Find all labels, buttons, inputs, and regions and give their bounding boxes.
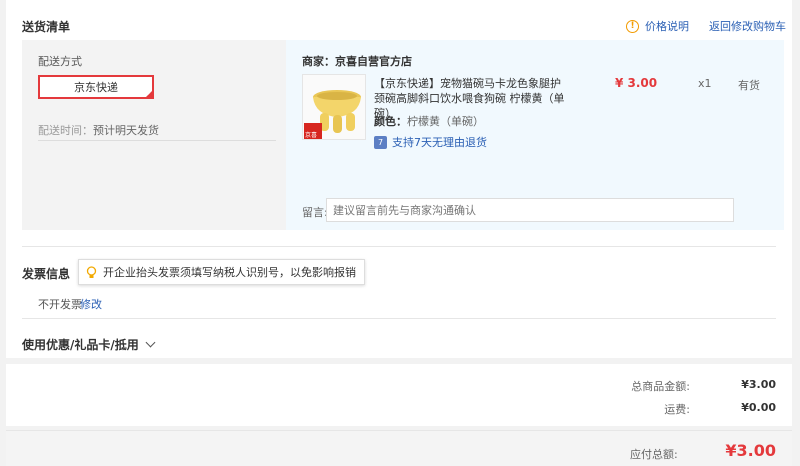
lightbulb-icon (86, 266, 97, 278)
payable-value: ¥3.00 (725, 441, 776, 460)
back-to-cart-link[interactable]: 返回修改购物车 (709, 18, 786, 34)
goods-total-value: ¥3.00 (741, 378, 776, 391)
shipping-option-label: 京东快递 (74, 81, 118, 94)
shipping-method-label: 配送方式 (38, 55, 82, 68)
goods-total-row: 总商品金额: ¥3.00 (590, 378, 776, 394)
order-summary: 总商品金额: ¥3.00 运费: ¥0.00 (6, 364, 792, 426)
freight-row: 运费: ¥0.00 (590, 401, 776, 417)
seller-name: 商家：京喜自营官方店 (302, 55, 412, 68)
product-color-label: 颜色： (374, 115, 407, 128)
freight-value: ¥0.00 (741, 401, 776, 414)
selected-check-icon (145, 90, 153, 98)
return-policy-link[interactable]: 7 支持7天无理由退货 (374, 134, 487, 150)
section-title: 送货清单 (22, 20, 71, 34)
shipping-option-jd-express[interactable]: 京东快递 (38, 75, 154, 99)
delivery-panel: 送货清单 ! 价格说明 返回修改购物车 配送方式 京东快递 配送时间：预计明天发… (6, 0, 792, 358)
product-column: 商家：京喜自营官方店 京喜 【京东快递】宠物猫碗马卡龙色象腿护颈碗高脚斜口饮水喂… (286, 40, 784, 230)
product-price: ¥ 3.00 (615, 76, 658, 90)
shipping-box: 配送方式 京东快递 配送时间：预计明天发货 商家：京喜自营官方店 (22, 40, 784, 230)
warning-icon: ! (626, 19, 639, 33)
shipping-time-label: 配送时间： (38, 124, 93, 137)
chevron-down-icon (145, 337, 156, 348)
payable-total-bar: 应付总额: ¥3.00 (6, 430, 792, 466)
product-color: 颜色：柠檬黄（单碗） (374, 113, 484, 129)
jingxi-badge: 京喜 (305, 132, 318, 139)
shipping-time: 配送时间：预计明天发货 (38, 122, 159, 138)
message-label: 留言: (302, 206, 328, 219)
invoice-tooltip: 开企业抬头发票须填写纳税人识别号，以免影响报销 (78, 259, 365, 285)
invoice-value: 不开发票 (38, 298, 82, 311)
product-image[interactable]: 京喜 (302, 74, 366, 140)
invoice-title: 发票信息 (22, 267, 71, 281)
payable-label: 应付总额: (630, 448, 678, 461)
product-quantity: x1 (698, 77, 712, 90)
coupon-toggle[interactable]: 使用优惠/礼品卡/抵用 (22, 336, 156, 353)
product-color-value: 柠檬黄（单碗） (407, 115, 484, 128)
invoice-edit-link[interactable]: 修改 (80, 296, 102, 312)
seven-day-return-icon: 7 (374, 135, 387, 149)
shipping-time-value: 预计明天发货 (93, 124, 159, 137)
freight-label: 运费: (664, 403, 690, 416)
product-stock-status: 有货 (738, 79, 760, 92)
invoice-tip-text: 开企业抬头发票须填写纳税人识别号，以免影响报销 (103, 266, 356, 279)
divider (22, 318, 776, 319)
coupon-title: 使用优惠/礼品卡/抵用 (22, 338, 139, 352)
divider (38, 140, 276, 141)
return-policy-label: 支持7天无理由退货 (392, 136, 487, 149)
divider (22, 246, 776, 247)
price-note-link[interactable]: ! 价格说明 (626, 18, 689, 34)
shipping-method-column: 配送方式 京东快递 配送时间：预计明天发货 (22, 40, 286, 230)
goods-total-label: 总商品金额: (631, 380, 690, 393)
price-note-label: 价格说明 (645, 20, 689, 33)
message-input[interactable] (326, 198, 734, 222)
